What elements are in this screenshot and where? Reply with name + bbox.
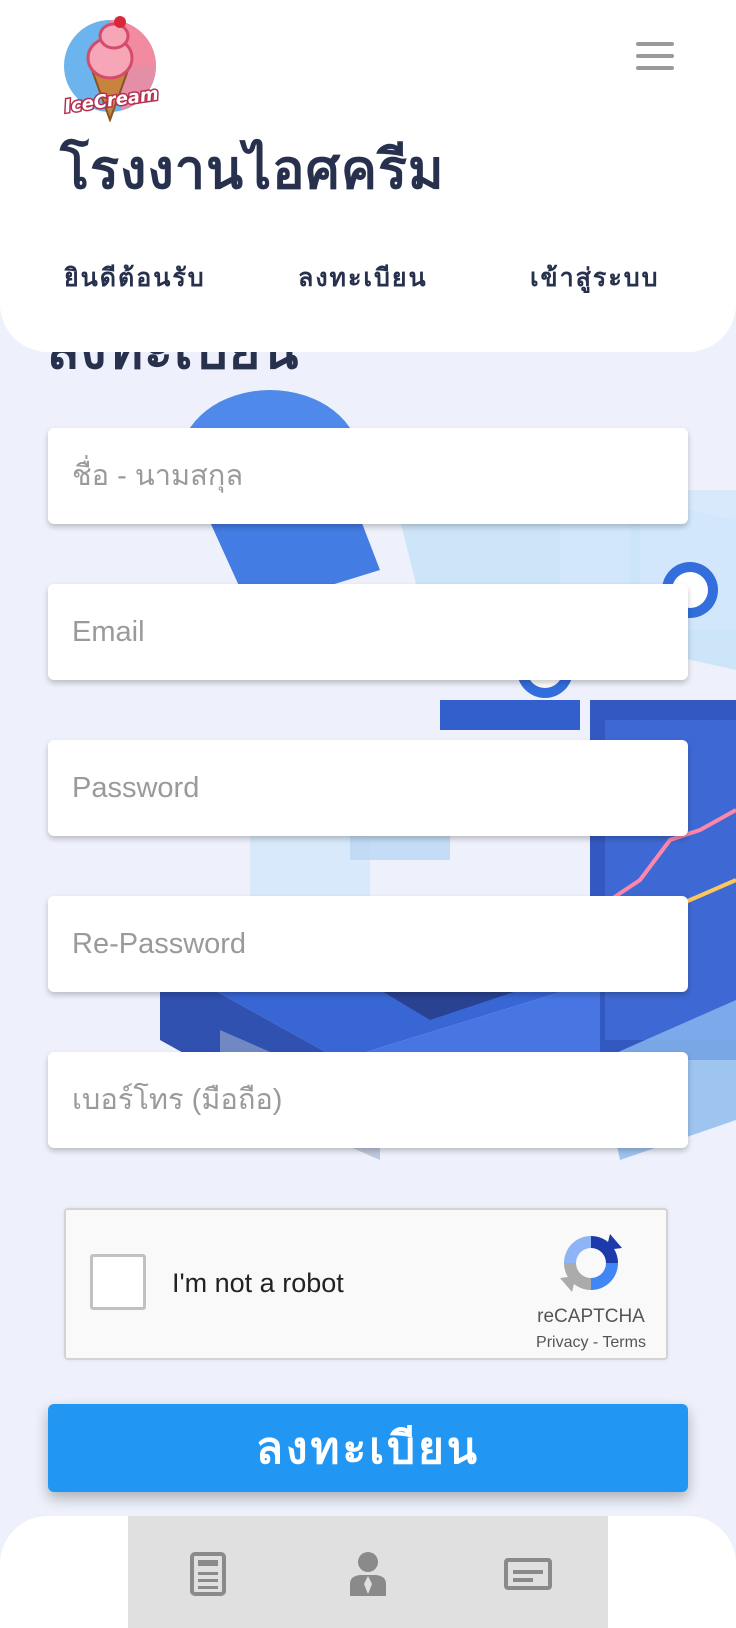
icecream-logo[interactable]: IceCream — [62, 10, 166, 122]
hamburger-menu-icon[interactable] — [636, 42, 674, 70]
nav-register[interactable]: ลงทะเบียน — [298, 258, 428, 298]
card-icon[interactable] — [504, 1550, 552, 1598]
register-submit-button[interactable]: ลงทะเบียน — [48, 1404, 688, 1492]
recaptcha-terms-link[interactable]: Terms — [602, 1334, 646, 1351]
recaptcha-separator: - — [588, 1334, 603, 1351]
bottom-tabs — [128, 1516, 608, 1628]
header: IceCream โรงงานไอศครีม ยินดีต้อนรับ ลงทะ… — [0, 0, 736, 352]
site-title: โรงงานไอศครีม — [60, 138, 445, 201]
recaptcha-logo-icon — [558, 1230, 624, 1296]
main-nav: ยินดีต้อนรับ ลงทะเบียน เข้าสู่ระบบ — [0, 258, 736, 308]
recaptcha-widget: I'm not a robot reCAPTCHA Privacy - Term… — [64, 1208, 668, 1360]
recaptcha-checkbox[interactable] — [90, 1254, 146, 1310]
recaptcha-brand: reCAPTCHA — [537, 1306, 645, 1327]
recaptcha-links: Privacy - Terms — [506, 1334, 676, 1352]
recaptcha-privacy-link[interactable]: Privacy — [536, 1334, 588, 1351]
password-input[interactable] — [48, 740, 688, 836]
fullname-input[interactable] — [48, 428, 688, 524]
document-icon[interactable] — [184, 1550, 232, 1598]
repassword-input[interactable] — [48, 896, 688, 992]
recaptcha-label: I'm not a robot — [172, 1268, 344, 1298]
user-icon[interactable] — [344, 1550, 392, 1598]
phone-input[interactable] — [48, 1052, 688, 1148]
nav-login[interactable]: เข้าสู่ระบบ — [530, 258, 660, 298]
bottom-bar — [0, 1516, 736, 1628]
email-input[interactable] — [48, 584, 688, 680]
nav-welcome[interactable]: ยินดีต้อนรับ — [64, 258, 206, 298]
